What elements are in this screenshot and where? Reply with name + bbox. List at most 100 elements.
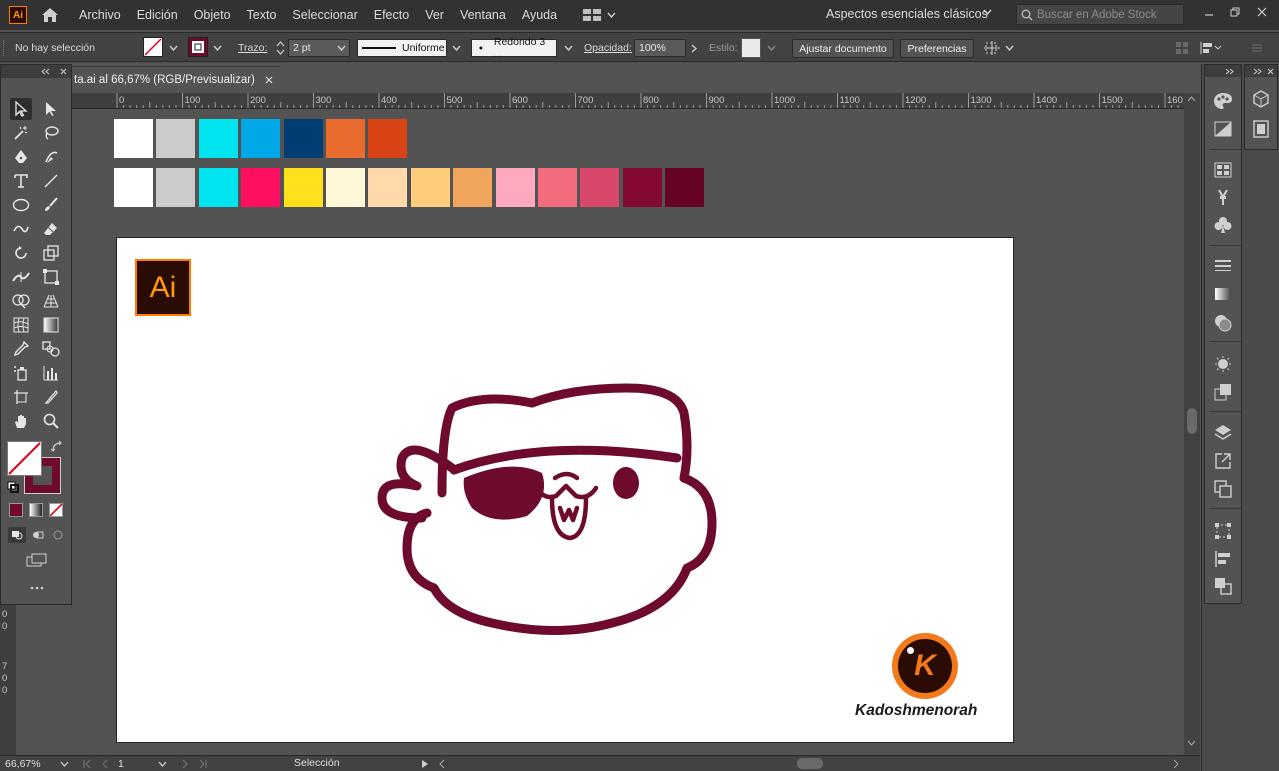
menu-texto[interactable]: Texto <box>239 8 285 22</box>
menu-archivo[interactable]: Archivo <box>71 8 129 22</box>
close-icon[interactable] <box>1267 68 1274 75</box>
type-tool[interactable] <box>10 170 32 192</box>
first-artboard-icon[interactable] <box>82 759 92 769</box>
fill-dropdown[interactable] <box>166 38 180 58</box>
symbol-sprayer-tool[interactable] <box>10 362 32 384</box>
swatches-panel-button[interactable] <box>1212 159 1234 181</box>
scale-tool[interactable] <box>40 242 62 264</box>
color-swatch[interactable] <box>156 168 196 207</box>
fill-color-box[interactable] <box>7 441 42 476</box>
screen-mode-button[interactable] <box>25 551 49 569</box>
scroll-right-icon[interactable] <box>1172 759 1180 769</box>
rotate-tool[interactable] <box>10 242 32 264</box>
scroll-down-icon[interactable] <box>1187 740 1196 746</box>
line-segment-tool[interactable] <box>40 170 62 192</box>
color-swatch[interactable] <box>495 168 535 207</box>
horizontal-scroll-thumb[interactable] <box>797 758 823 769</box>
menu-seleccionar[interactable]: Seleccionar <box>284 8 365 22</box>
vertical-ruler[interactable]: 0 0 7 0 0 <box>0 605 16 755</box>
stroke-profile-select[interactable]: Uniforme <box>357 39 447 57</box>
color-swatch[interactable] <box>622 168 662 207</box>
artboards-panel-button[interactable] <box>1212 478 1234 500</box>
arrange-documents-button[interactable] <box>583 9 616 21</box>
properties-panel-button[interactable] <box>1250 118 1272 140</box>
close-icon[interactable] <box>265 76 273 84</box>
gradient-tool[interactable] <box>40 314 62 336</box>
menu-edicion[interactable]: Edición <box>129 8 186 22</box>
brush-dropdown[interactable] <box>561 38 575 58</box>
vertical-scroll-thumb[interactable] <box>1187 408 1197 434</box>
asset-export-panel-button[interactable] <box>1212 450 1234 472</box>
stock-search-input[interactable]: Buscar en Adobe Stock <box>1016 4 1184 25</box>
stroke-weight-dropdown[interactable] <box>334 38 348 58</box>
brush-select[interactable]: Redondo 3 ... <box>471 36 557 60</box>
color-swatch[interactable] <box>241 119 281 158</box>
graphic-style-swatch[interactable] <box>741 38 761 58</box>
chevron-down-icon[interactable] <box>983 9 992 15</box>
restore-button[interactable] <box>1224 3 1246 21</box>
last-artboard-icon[interactable] <box>198 759 208 769</box>
gradient-mode-button[interactable] <box>29 503 43 517</box>
next-artboard-icon[interactable] <box>180 759 190 769</box>
gradient-panel-button[interactable] <box>1212 283 1234 305</box>
transform-panel-button[interactable] <box>1212 520 1234 542</box>
draw-behind-button[interactable] <box>29 527 47 543</box>
fit-document-button[interactable]: Ajustar documento <box>792 39 894 58</box>
chevron-down-icon[interactable] <box>60 761 69 767</box>
color-swatch[interactable] <box>538 168 577 207</box>
color-swatch[interactable] <box>368 119 408 158</box>
slice-tool[interactable] <box>40 386 62 408</box>
color-swatch[interactable] <box>114 168 153 207</box>
scroll-left-icon[interactable] <box>438 759 446 769</box>
color-panel-button[interactable] <box>1212 90 1234 112</box>
color-swatch[interactable] <box>368 168 408 207</box>
mesh-tool[interactable] <box>10 314 32 336</box>
column-graph-tool[interactable] <box>40 362 62 384</box>
pirate-cat-illustration[interactable] <box>372 378 722 648</box>
direct-selection-tool[interactable] <box>40 98 62 120</box>
color-swatch[interactable] <box>326 119 365 158</box>
opacity-expand[interactable] <box>687 38 701 58</box>
shaper-tool[interactable] <box>10 218 32 240</box>
color-swatch[interactable] <box>198 119 238 158</box>
color-swatch[interactable] <box>198 168 238 207</box>
stroke-panel-button[interactable] <box>1212 255 1234 277</box>
blend-tool[interactable] <box>40 338 62 360</box>
graphic-style-dropdown[interactable] <box>764 38 778 58</box>
menu-efecto[interactable]: Efecto <box>366 8 417 22</box>
default-fill-stroke-icon[interactable] <box>7 481 19 493</box>
draw-normal-button[interactable] <box>8 527 26 543</box>
layers-panel-button[interactable] <box>1212 422 1234 444</box>
home-icon[interactable] <box>39 5 61 25</box>
free-transform-tool[interactable] <box>40 266 62 288</box>
zoom-tool[interactable] <box>40 410 62 432</box>
draw-inside-button[interactable] <box>49 527 67 543</box>
eraser-tool[interactable] <box>40 218 62 240</box>
appearance-panel-button[interactable] <box>1212 353 1234 375</box>
panel-menu-icon[interactable] <box>1250 41 1264 55</box>
color-mode-button[interactable] <box>9 503 23 517</box>
panel-column-header[interactable] <box>1205 65 1241 77</box>
libraries-panel-button[interactable] <box>1250 88 1272 110</box>
color-swatch[interactable] <box>665 168 705 207</box>
collapse-panel-icon[interactable] <box>41 68 50 75</box>
menu-ver[interactable]: Ver <box>417 8 452 22</box>
eyedropper-tool[interactable] <box>10 338 32 360</box>
ellipse-tool[interactable] <box>10 194 32 216</box>
brushes-panel-button[interactable] <box>1212 186 1234 208</box>
paintbrush-tool[interactable] <box>40 194 62 216</box>
artboard-tool[interactable] <box>10 386 32 408</box>
color-swatch[interactable] <box>241 168 281 207</box>
vertical-scrollbar[interactable] <box>1184 93 1200 755</box>
color-swatch[interactable] <box>283 168 323 207</box>
pathfinder-panel-button[interactable] <box>1212 575 1234 597</box>
menu-objeto[interactable]: Objeto <box>186 8 239 22</box>
edit-toolbar-button[interactable] <box>25 580 49 594</box>
color-swatch[interactable] <box>326 168 365 207</box>
workspace-switcher[interactable]: Aspectos esenciales clásicos <box>826 7 988 21</box>
menu-ventana[interactable]: Ventana <box>452 8 514 22</box>
color-swatch[interactable] <box>580 168 620 207</box>
tools-panel-header[interactable] <box>1 65 71 78</box>
color-swatch[interactable] <box>410 168 450 207</box>
color-swatch[interactable] <box>453 168 493 207</box>
